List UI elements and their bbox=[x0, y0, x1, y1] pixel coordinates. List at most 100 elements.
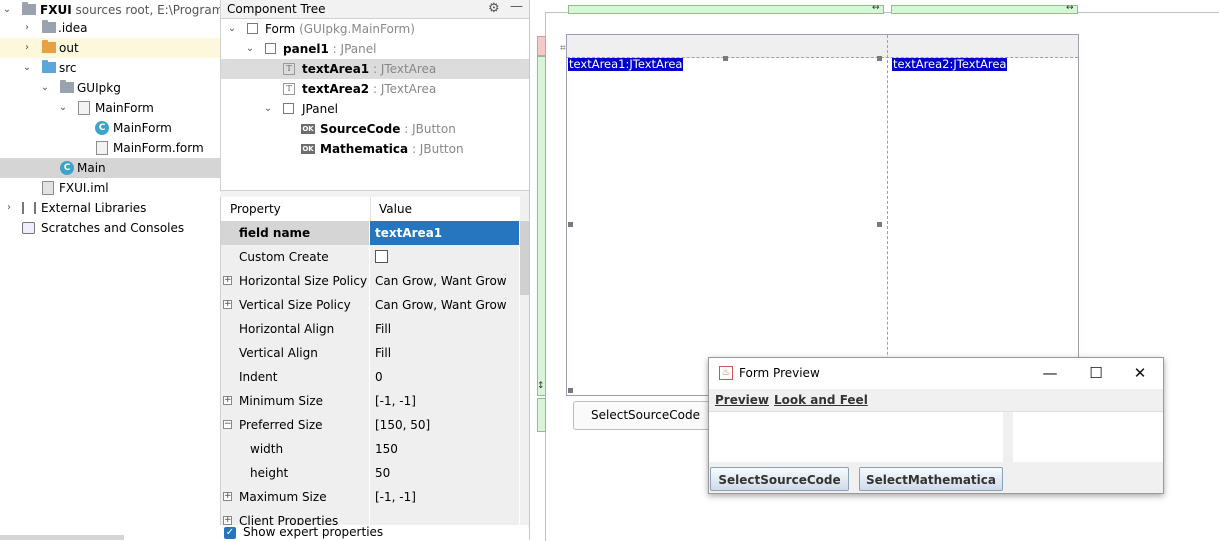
tree-item-idea[interactable]: › .idea bbox=[0, 18, 220, 38]
maximize-button[interactable]: ☐ bbox=[1073, 358, 1119, 389]
checkmark-icon[interactable]: ✓ bbox=[224, 527, 236, 539]
property-value[interactable]: Fill bbox=[370, 317, 519, 341]
property-row-maximum-size[interactable]: + Maximum Size [-1, -1] bbox=[221, 485, 519, 510]
expand-icon[interactable]: + bbox=[223, 396, 232, 405]
property-value[interactable]: 150 bbox=[370, 437, 519, 461]
property-row-horizontal-size-policy[interactable]: + Horizontal Size Policy Can Grow, Want G… bbox=[221, 269, 519, 294]
select-source-code-button-design[interactable]: SelectSourceCode bbox=[573, 401, 718, 430]
property-value[interactable]: 0 bbox=[370, 365, 519, 389]
menu-preview[interactable]: Preview bbox=[715, 393, 769, 407]
tree-item-src[interactable]: ⌄ src bbox=[0, 58, 220, 78]
chevron-down-icon[interactable]: ⌄ bbox=[22, 58, 32, 78]
node-type: : JButton bbox=[404, 122, 456, 136]
row-header-1[interactable] bbox=[537, 56, 546, 396]
property-row-minimum-size[interactable]: + Minimum Size [-1, -1] bbox=[221, 389, 519, 414]
property-row-width[interactable]: width 150 bbox=[221, 437, 519, 462]
textarea-icon: T bbox=[283, 63, 295, 75]
column-header-1[interactable] bbox=[568, 5, 884, 14]
row-header-2[interactable] bbox=[537, 398, 546, 432]
textarea2-label[interactable]: textArea2:JTextArea bbox=[892, 58, 1008, 71]
properties-scrollbar[interactable] bbox=[520, 197, 529, 527]
chevron-right-icon[interactable]: › bbox=[22, 18, 32, 38]
tree-node-jpanel[interactable]: ⌄ JPanel bbox=[221, 99, 529, 119]
property-row-height[interactable]: height 50 bbox=[221, 461, 519, 486]
chevron-right-icon[interactable]: › bbox=[22, 38, 32, 58]
expand-icon[interactable]: + bbox=[223, 300, 232, 309]
property-row-preferred-size[interactable]: − Preferred Size [150, 50] bbox=[221, 413, 519, 438]
resize-horizontal-icon[interactable]: ↔ bbox=[1066, 3, 1074, 13]
show-expert-properties[interactable]: ✓ Show expert properties bbox=[220, 525, 528, 540]
chevron-right-icon[interactable]: › bbox=[4, 198, 14, 218]
property-row-custom-create[interactable]: Custom Create bbox=[221, 245, 519, 270]
selection-handle[interactable] bbox=[877, 56, 882, 61]
property-row-vertical-size-policy[interactable]: + Vertical Size Policy Can Grow, Want Gro… bbox=[221, 293, 519, 318]
tree-node-textarea1[interactable]: T textArea1 : JTextArea bbox=[221, 59, 529, 79]
preview-textarea2[interactable] bbox=[1013, 412, 1163, 462]
close-button[interactable]: ✕ bbox=[1117, 358, 1163, 389]
property-value[interactable]: Can Grow, Want Grow bbox=[370, 269, 519, 293]
selection-handle[interactable] bbox=[568, 222, 573, 227]
property-row-indent[interactable]: Indent 0 bbox=[221, 365, 519, 390]
chevron-down-icon[interactable]: ⌄ bbox=[245, 39, 255, 59]
preview-textarea1[interactable] bbox=[709, 412, 1003, 462]
tree-node-textarea2[interactable]: T textArea2 : JTextArea bbox=[221, 79, 529, 99]
selection-handle[interactable] bbox=[723, 56, 728, 61]
designer-splitter[interactable] bbox=[529, 0, 530, 540]
preview-titlebar[interactable]: ♨ Form Preview — ☐ ✕ bbox=[709, 358, 1163, 389]
chevron-down-icon[interactable]: ⌄ bbox=[2, 0, 12, 20]
tree-item-mainform-class[interactable]: C MainForm bbox=[0, 118, 220, 138]
minimize-button[interactable]: — bbox=[1027, 358, 1073, 389]
select-mathematica-button[interactable]: SelectMathematica bbox=[859, 467, 1003, 491]
chevron-down-icon[interactable]: ⌄ bbox=[58, 98, 68, 118]
tree-node-sourcecode[interactable]: OK SourceCode : JButton bbox=[221, 119, 529, 139]
tree-item-root[interactable]: ⌄ FXUI sources root, E:\Programmi bbox=[0, 0, 220, 20]
tree-item-guipkg[interactable]: ⌄ GUIpkg bbox=[0, 78, 220, 98]
property-value[interactable]: Fill bbox=[370, 341, 519, 365]
tree-node-form[interactable]: ⌄ Form (GUIpkg.MainForm) bbox=[221, 19, 529, 39]
property-value[interactable]: [-1, -1] bbox=[370, 389, 519, 413]
expand-icon[interactable]: + bbox=[223, 516, 232, 525]
tree-item-main[interactable]: C Main bbox=[0, 158, 220, 178]
gear-icon[interactable]: ⚙ bbox=[488, 1, 500, 16]
node-type: : JTextArea bbox=[372, 62, 437, 76]
custom-create-checkbox[interactable] bbox=[375, 250, 388, 263]
property-row-field-name[interactable]: field name textArea1 bbox=[221, 221, 519, 246]
selection-handle[interactable] bbox=[568, 388, 573, 393]
property-value-cell bbox=[370, 245, 519, 269]
tree-item-scratches[interactable]: Scratches and Consoles bbox=[0, 218, 220, 238]
property-value[interactable]: [150, 50] bbox=[370, 413, 519, 437]
row-header-red[interactable] bbox=[537, 36, 546, 56]
tree-node-panel1[interactable]: ⌄ panel1 : JPanel bbox=[221, 39, 529, 59]
scrollbar-thumb[interactable] bbox=[520, 221, 529, 295]
property-row-horizontal-align[interactable]: Horizontal Align Fill bbox=[221, 317, 519, 342]
property-value[interactable]: Can Grow, Want Grow bbox=[370, 293, 519, 317]
select-source-code-button[interactable]: SelectSourceCode bbox=[710, 467, 849, 491]
tree-item-mainform-form[interactable]: MainForm.form bbox=[0, 138, 220, 158]
property-value[interactable]: textArea1 bbox=[370, 221, 519, 245]
collapse-icon[interactable]: − bbox=[223, 420, 232, 429]
selection-handle[interactable] bbox=[877, 222, 882, 227]
resize-vertical-icon[interactable]: ↕ bbox=[537, 381, 545, 391]
property-value[interactable]: [-1, -1] bbox=[370, 485, 519, 509]
textarea1-label[interactable]: textArea1:JTextArea bbox=[568, 58, 684, 71]
property-row-vertical-align[interactable]: Vertical Align Fill bbox=[221, 341, 519, 366]
property-value[interactable]: 50 bbox=[370, 461, 519, 485]
tree-node-mathematica[interactable]: OK Mathematica : JButton bbox=[221, 139, 529, 159]
expand-icon[interactable]: + bbox=[223, 492, 232, 501]
horizontal-scrollbar[interactable] bbox=[0, 535, 124, 540]
tree-item-out[interactable]: › out bbox=[0, 38, 220, 58]
tree-item-external-libraries[interactable]: › External Libraries bbox=[0, 198, 220, 218]
minimize-icon[interactable]: — bbox=[510, 0, 523, 14]
expand-icon[interactable]: + bbox=[223, 276, 232, 285]
module-file-icon bbox=[42, 181, 54, 195]
chevron-down-icon[interactable]: ⌄ bbox=[263, 99, 273, 119]
column-header-2[interactable] bbox=[891, 5, 1078, 14]
panel1-design[interactable]: ⌗ textArea1:JTextArea textArea2:JTextAre… bbox=[560, 34, 1079, 396]
tree-item-mainform-folder[interactable]: ⌄ MainForm bbox=[0, 98, 220, 118]
chevron-down-icon[interactable]: ⌄ bbox=[40, 78, 50, 98]
grid-move-icon[interactable]: ⌗ bbox=[560, 43, 566, 54]
tree-item-iml[interactable]: FXUI.iml bbox=[0, 178, 220, 198]
menu-look-and-feel[interactable]: Look and Feel bbox=[774, 393, 868, 407]
resize-horizontal-icon[interactable]: ↔ bbox=[872, 3, 880, 13]
chevron-down-icon[interactable]: ⌄ bbox=[227, 19, 237, 39]
